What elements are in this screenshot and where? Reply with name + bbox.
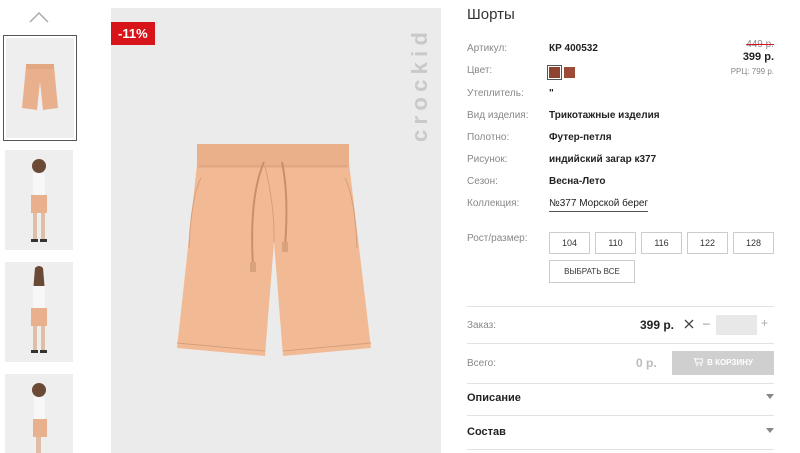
chevron-down-icon [766, 394, 774, 399]
divider [467, 449, 774, 450]
spec-value: Трикотажные изделия [549, 110, 660, 121]
add-to-cart-button[interactable]: В КОРЗИНУ [672, 351, 774, 375]
sizes-label: Рост/размер: [467, 233, 528, 244]
size-option-122[interactable]: 122 [687, 232, 728, 254]
spec-label: Вид изделия: [467, 110, 529, 121]
thumbnail-model-front[interactable] [5, 150, 73, 250]
increase-quantity-button[interactable]: + [761, 316, 768, 330]
spec-value: " [549, 88, 554, 99]
accordion-label: Состав [467, 426, 506, 438]
spec-value: КР 400532 [549, 43, 598, 54]
quantity-input[interactable] [716, 315, 757, 335]
model-side-thumbnail-image [32, 383, 47, 453]
order-price: 399 р. [640, 318, 675, 332]
divider [467, 343, 774, 344]
spec-label: Рисунок: [467, 154, 508, 165]
brand-logo: crockid [407, 32, 432, 142]
accordion-label: Описание [467, 392, 521, 404]
total-value: 0 р. [636, 356, 657, 370]
color-swatch-selected[interactable] [547, 65, 562, 80]
model-thumbnail-image [31, 159, 47, 242]
divider [467, 306, 774, 307]
spec-value: индийский загар к377 [549, 154, 657, 165]
thumbnail-shorts[interactable] [3, 35, 77, 141]
product-title: Шорты [467, 6, 515, 23]
old-price: 449 р. [746, 39, 774, 50]
accordion-description[interactable]: Описание [467, 384, 774, 414]
size-option-116[interactable]: 116 [641, 232, 682, 254]
discount-badge: -11% [111, 22, 155, 45]
close-icon[interactable] [683, 318, 695, 330]
spec-label: Коллекция: [467, 198, 520, 209]
spec-label: Полотно: [467, 132, 510, 143]
svg-text:crockid: crockid [407, 32, 432, 142]
recommended-price: РРЦ: 799 р. [730, 67, 774, 76]
add-to-cart-label: В КОРЗИНУ [707, 358, 753, 367]
size-option-110[interactable]: 110 [595, 232, 636, 254]
accordion-composition[interactable]: Состав [467, 418, 774, 448]
total-label: Всего: [467, 358, 496, 369]
spec-label: Сезон: [467, 176, 498, 187]
spec-value: Весна-Лето [549, 176, 606, 187]
order-label: Заказ: [467, 320, 497, 331]
thumbnail-strip [0, 0, 80, 453]
size-option-128[interactable]: 128 [733, 232, 774, 254]
decrease-quantity-button[interactable]: – [703, 316, 710, 330]
thumbnail-model-back[interactable] [5, 262, 73, 362]
spec-label: Цвет: [467, 65, 493, 76]
chevron-up-icon[interactable] [28, 10, 50, 24]
shorts-photo [176, 144, 372, 356]
spec-label: Артикул: [467, 43, 508, 54]
spec-label: Утеплитель: [467, 88, 524, 99]
collection-link[interactable]: №377 Морской берег [549, 198, 649, 212]
divider [467, 415, 774, 416]
shorts-thumbnail-image [22, 64, 58, 110]
thumbnail-model-side[interactable] [5, 374, 73, 453]
select-all-button[interactable]: ВЫБРАТЬ ВСЕ [549, 260, 635, 283]
chevron-down-icon [766, 428, 774, 433]
model-back-thumbnail-image [31, 266, 47, 353]
current-price: 399 р. [742, 51, 774, 63]
color-swatch[interactable] [564, 67, 575, 78]
spec-value: Футер-петля [549, 132, 612, 143]
cart-icon [693, 358, 704, 366]
size-option-104[interactable]: 104 [549, 232, 590, 254]
main-product-image: -11% crockid [111, 8, 441, 453]
